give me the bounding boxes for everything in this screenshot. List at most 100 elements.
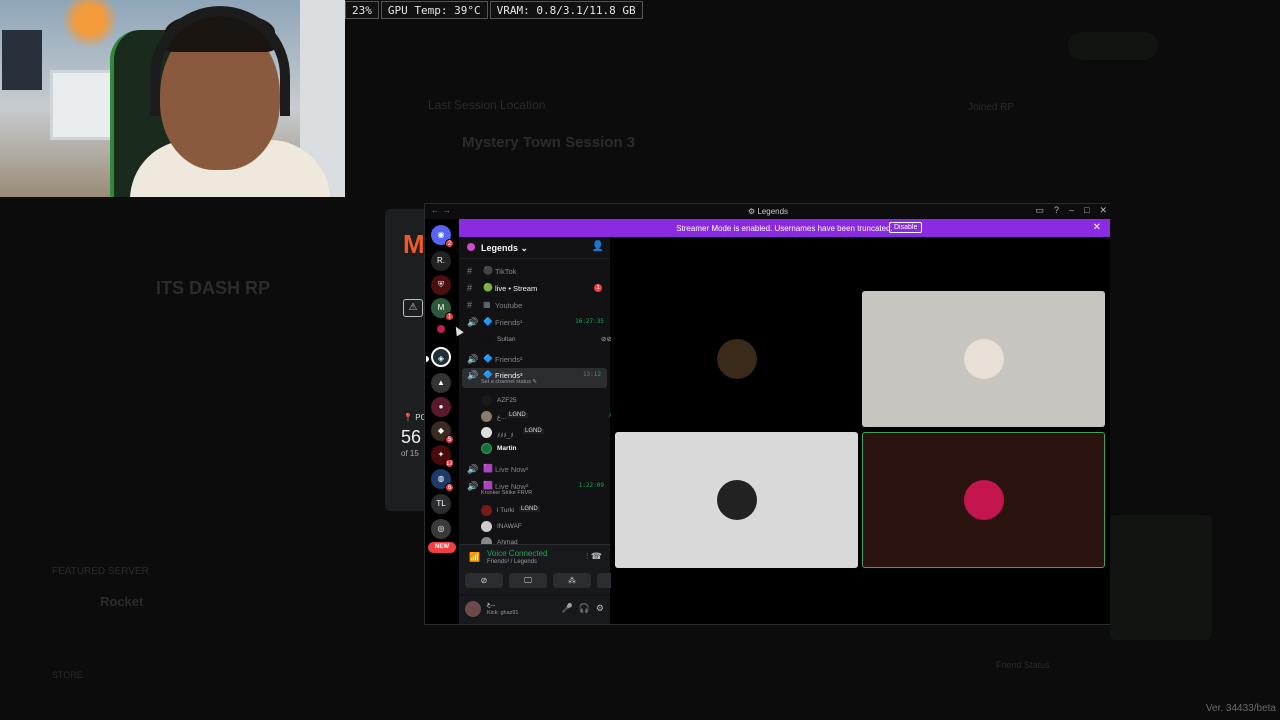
bg-featured-label: FEATURED SERVER [52, 566, 149, 577]
server-red[interactable]: ● [431, 397, 451, 417]
voice-channel-item[interactable]: 🔊 🔷 Friends¹ 16:27:35 [459, 315, 610, 331]
launcher-logo: M [403, 229, 425, 259]
close-icon[interactable]: ✕ [1099, 205, 1107, 216]
participant-tile[interactable] [615, 291, 858, 427]
channel-emoji-icon: 🟪 [483, 464, 493, 473]
avatar [481, 427, 492, 438]
server-brown[interactable]: ◆ 5 [431, 421, 454, 444]
window-controls: ▭ ? – □ ✕ [1035, 205, 1107, 216]
server-icon: ⚙ [747, 207, 758, 216]
window-title: Legends [757, 207, 789, 216]
help-icon[interactable]: ? [1054, 205, 1059, 216]
speaker-icon: 🔊 [467, 317, 479, 327]
server-r[interactable]: R. [431, 251, 451, 271]
selected-pip [426, 356, 429, 362]
username: ع... [487, 602, 496, 608]
voice-stage [611, 237, 1110, 624]
cpu-usage: 23% [345, 1, 379, 19]
avatar [481, 395, 492, 406]
disconnect-icon[interactable]: ☎ [591, 551, 602, 561]
player-count-of: of 15 [401, 449, 419, 458]
voice-connected-panel: 📶 Voice Connected Friends³ / Legends ⫶ ☎… [459, 544, 635, 594]
chevron-down-icon: ⌄ [520, 243, 529, 253]
camera-off-button[interactable]: ⊘ [465, 573, 503, 588]
microphone-icon[interactable]: 🎤 [561, 603, 572, 614]
maximize-icon[interactable]: □ [1084, 205, 1089, 216]
voice-timer: 13:12 [582, 371, 601, 378]
clan-tag: LGND [523, 428, 544, 434]
server-grey[interactable]: ◎ [431, 519, 451, 539]
headphones-icon[interactable]: 🎧 [579, 603, 590, 614]
hash-icon: # [467, 300, 473, 310]
channel-item[interactable]: # 🟢 live • Stream 1 [459, 281, 610, 297]
voice-channel-item[interactable]: 🔊 🔷 Friends² [459, 352, 610, 368]
participant-tile[interactable] [862, 291, 1105, 427]
webcam-overlay [0, 0, 345, 197]
minimize-icon[interactable]: – [1069, 205, 1074, 216]
speaker-icon: 🔊 [467, 354, 479, 364]
channel-emoji-icon: 🟢 [483, 283, 493, 292]
gear-icon[interactable]: ⚙ [596, 603, 604, 614]
bg-featured-name: Rocket [100, 594, 144, 609]
gpu-temp: GPU Temp: 39°C [380, 1, 488, 19]
server-folder[interactable] [437, 325, 445, 333]
participant-tile-speaking[interactable] [862, 432, 1105, 568]
bg-session-title: Mystery Town Session 3 [462, 134, 636, 151]
participant-avatar [963, 339, 1004, 379]
avatar[interactable] [465, 601, 481, 617]
inbox-icon[interactable]: ▭ [1035, 205, 1044, 216]
participant-tile[interactable] [615, 432, 858, 568]
server-tower[interactable]: ▲ [431, 373, 451, 393]
member-name: l Turki [497, 507, 515, 514]
server-tl[interactable]: TL [431, 494, 451, 514]
server-active[interactable]: ◈ [426, 347, 451, 367]
server-header[interactable]: Legends ⌄ 👤 [459, 237, 610, 259]
close-banner-icon[interactable]: ✕ [1093, 222, 1101, 233]
noise-suppression-icon[interactable]: ⫶ [586, 551, 588, 561]
bg-card [1110, 515, 1212, 640]
avatar [481, 443, 492, 454]
server-m[interactable]: M1 [431, 298, 454, 321]
channel-name: TikTok [495, 267, 517, 276]
avatar [481, 521, 492, 532]
user-panel: ع... Kick: ghaz91 🎤 🎧 ⚙ [459, 596, 610, 624]
speaker-icon: 🔊 [467, 464, 479, 474]
voice-channel-item[interactable]: 🔊 🟪 Live Now¹ [459, 462, 610, 478]
hash-icon: # [467, 283, 473, 293]
member-name: INAWAF [497, 523, 522, 530]
server-avatar-icon [467, 243, 475, 251]
channel-emoji-icon: 🔷 [483, 370, 493, 379]
voice-location[interactable]: Friends³ / Legends [487, 559, 537, 565]
member-name: ﾒﾒﾒ_ﾒ [497, 432, 514, 439]
channel-item[interactable]: # ⚫ TikTok [459, 264, 610, 280]
unread-badge: 1 [445, 312, 454, 321]
server-blue[interactable]: ◍ 6 [431, 469, 454, 492]
channel-emoji-icon: 🔷 [483, 354, 493, 363]
channel-status[interactable]: Set a channel status ✎ [481, 379, 537, 385]
voice-channel-item-active[interactable]: 🔊 🔷 Friends³ 13:12 Set a channel status … [462, 368, 607, 388]
server-dark-red[interactable]: ✦ 17 [431, 445, 454, 468]
bg-pill [1068, 32, 1158, 60]
screen-share-button[interactable]: 🖵 [509, 573, 547, 588]
channel-name: Youtube [495, 301, 523, 310]
unread-badge: 1 [594, 284, 602, 292]
voice-channel-item[interactable]: 🔊 🟪 Live Now² 1:22:09 Krunker Strike FRV… [459, 479, 610, 499]
channel-name: Live Now¹ [495, 465, 529, 474]
signal-icon: 📶 [469, 552, 481, 562]
add-member-icon[interactable]: 👤 [592, 241, 604, 252]
avatar [481, 505, 492, 516]
discord-home-icon[interactable]: ◉ 2 [431, 225, 454, 248]
hash-icon: # [467, 266, 473, 276]
bg-player-name: ITS DASH RP [156, 278, 271, 298]
disable-button[interactable]: Disable [889, 222, 923, 233]
game-launcher: M ⚠ 📍 PC 56 of 15 [385, 209, 426, 511]
voice-timer: 1:22:09 [578, 482, 604, 489]
pin-icon: 📍 [403, 413, 413, 422]
server-shield[interactable]: ⛨ [431, 275, 451, 295]
activities-button[interactable]: ⁂ [553, 573, 591, 588]
warning-icon[interactable]: ⚠ [403, 299, 423, 317]
unread-badge: 17 [445, 459, 454, 468]
channel-item[interactable]: # ▦ Youtube [459, 298, 610, 314]
channel-name: Friends¹ [495, 318, 523, 327]
voice-status[interactable]: Voice Connected [487, 549, 548, 558]
